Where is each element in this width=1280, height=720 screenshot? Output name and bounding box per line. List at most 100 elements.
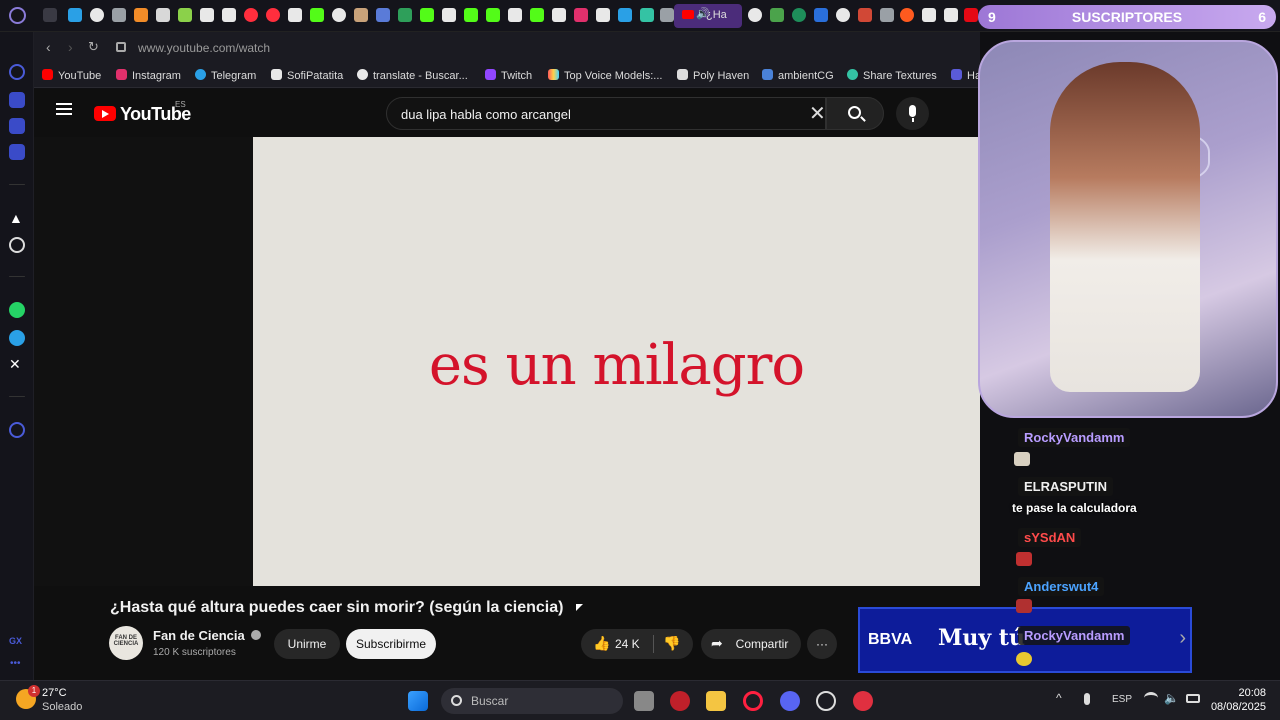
- share-button[interactable]: ➦ Compartir: [701, 629, 801, 659]
- lock-icon[interactable]: [116, 42, 126, 52]
- tab-icon[interactable]: [420, 8, 434, 22]
- tab-icon[interactable]: [748, 8, 762, 22]
- bookmark-translate[interactable]: translate - Buscar...: [357, 69, 468, 82]
- tab-icon[interactable]: [244, 8, 258, 22]
- tab-icon[interactable]: [574, 8, 588, 22]
- url-field[interactable]: www.youtube.com/watch: [138, 41, 270, 55]
- chatgpt-icon[interactable]: [9, 237, 25, 253]
- tab-icon[interactable]: [900, 8, 914, 22]
- bookmark-telegram[interactable]: Telegram: [195, 69, 256, 82]
- gx-label[interactable]: GX: [9, 636, 22, 646]
- tab-icon[interactable]: [618, 8, 632, 22]
- microphone-icon[interactable]: [1084, 693, 1090, 705]
- bookmark-instagram[interactable]: Instagram: [116, 69, 181, 82]
- tab-icon[interactable]: [922, 8, 936, 22]
- tab-icon[interactable]: [964, 8, 978, 22]
- tab-icon[interactable]: [792, 8, 806, 22]
- sidebar-icon[interactable]: [9, 92, 25, 108]
- back-icon[interactable]: ‹: [46, 39, 51, 55]
- language-indicator[interactable]: ESP: [1112, 694, 1132, 705]
- voice-search-button[interactable]: [896, 97, 929, 130]
- forward-icon[interactable]: ›: [68, 39, 73, 55]
- tab-icon[interactable]: [398, 8, 412, 22]
- tab-icon[interactable]: [43, 8, 57, 22]
- tab-icon[interactable]: [530, 8, 544, 22]
- file-explorer-icon[interactable]: [706, 691, 726, 711]
- battery-icon[interactable]: [1186, 694, 1200, 703]
- tab-icon[interactable]: [814, 8, 828, 22]
- search-button[interactable]: [826, 97, 884, 130]
- tab-icon[interactable]: [332, 8, 346, 22]
- more-icon[interactable]: •••: [10, 658, 21, 669]
- dislike-icon[interactable]: 👎: [663, 635, 680, 652]
- tab-icon[interactable]: [660, 8, 674, 22]
- menu-icon[interactable]: [56, 103, 72, 115]
- bookmark-sofipatatita[interactable]: SofiPatatita: [271, 69, 343, 82]
- wifi-icon[interactable]: [1144, 692, 1158, 704]
- tab-icon[interactable]: [266, 8, 280, 22]
- tab-icon[interactable]: [354, 8, 368, 22]
- tab-icon[interactable]: [222, 8, 236, 22]
- bookmark-ambientcg[interactable]: ambientCG: [762, 69, 834, 82]
- tab-icon[interactable]: [880, 8, 894, 22]
- like-icon[interactable]: 👍: [593, 635, 610, 652]
- bookmark-twitch[interactable]: Twitch: [485, 69, 532, 82]
- chatgpt-icon[interactable]: [816, 691, 836, 711]
- weather-condition[interactable]: Soleado: [42, 701, 82, 713]
- tab-icon[interactable]: [858, 8, 872, 22]
- search-input[interactable]: dua lipa habla como arcangel ✕: [386, 97, 826, 130]
- more-actions-button[interactable]: ···: [807, 629, 837, 659]
- sidebar-icon[interactable]: [9, 118, 25, 134]
- join-button[interactable]: Unirme: [274, 629, 340, 659]
- speaker-icon[interactable]: 🔊: [696, 7, 710, 20]
- reload-icon[interactable]: ↻: [88, 39, 99, 55]
- tab-icon[interactable]: [288, 8, 302, 22]
- bookmark-share-textures[interactable]: Share Textures: [847, 69, 937, 82]
- bookmark-top-voice-models[interactable]: Top Voice Models:...: [548, 69, 662, 82]
- bookmark-youtube[interactable]: YouTube: [42, 69, 101, 82]
- tab-icon[interactable]: [178, 8, 192, 22]
- active-tab[interactable]: 🔊 ¿Ha: [674, 4, 742, 28]
- tab-icon[interactable]: [112, 8, 126, 22]
- sidebar-icon[interactable]: [9, 64, 25, 80]
- task-view-icon[interactable]: [634, 691, 654, 711]
- opera-logo-icon[interactable]: [9, 7, 26, 24]
- tab-icon[interactable]: [596, 8, 610, 22]
- sidebar-icon[interactable]: [9, 144, 25, 160]
- ai-icon[interactable]: ▲: [9, 210, 25, 226]
- bookmark-poly-haven[interactable]: Poly Haven: [677, 69, 749, 82]
- tab-icon[interactable]: [944, 8, 958, 22]
- tab-icon[interactable]: [376, 8, 390, 22]
- video-player[interactable]: es un milagro: [253, 137, 980, 586]
- tab-icon[interactable]: [836, 8, 850, 22]
- whatsapp-icon[interactable]: [9, 302, 25, 318]
- tab-icon[interactable]: [552, 8, 566, 22]
- tab-icon[interactable]: [464, 8, 478, 22]
- tab-icon[interactable]: [156, 8, 170, 22]
- taskbar-search[interactable]: Buscar: [441, 688, 623, 714]
- clock-time[interactable]: 20:08: [1222, 687, 1266, 699]
- channel-name[interactable]: Fan de Ciencia: [153, 628, 262, 643]
- windows-start-icon[interactable]: [408, 691, 428, 711]
- volume-icon[interactable]: 🔈: [1164, 691, 1179, 705]
- clock-icon[interactable]: [9, 422, 25, 438]
- tab-icon[interactable]: [68, 8, 82, 22]
- weather-temperature[interactable]: 27°C: [42, 687, 67, 699]
- channel-avatar[interactable]: FAN DE CIENCIA: [109, 626, 143, 660]
- pinned-app-icon[interactable]: [670, 691, 690, 711]
- tab-icon[interactable]: [310, 8, 324, 22]
- obs-icon[interactable]: [853, 691, 873, 711]
- opera-gx-icon[interactable]: [743, 691, 763, 711]
- tray-chevron-icon[interactable]: ^: [1056, 691, 1062, 705]
- tab-icon[interactable]: [486, 8, 500, 22]
- x-icon[interactable]: ✕: [9, 356, 25, 372]
- tab-icon[interactable]: [770, 8, 784, 22]
- subscribe-button[interactable]: Subscribirme: [346, 629, 436, 659]
- tab-icon[interactable]: [508, 8, 522, 22]
- telegram-icon[interactable]: [9, 330, 25, 346]
- tab-icon[interactable]: [640, 8, 654, 22]
- clear-search-icon[interactable]: ✕: [809, 101, 826, 126]
- tab-icon[interactable]: [90, 8, 104, 22]
- tab-icon[interactable]: [200, 8, 214, 22]
- clock-date[interactable]: 08/08/2025: [1206, 701, 1266, 713]
